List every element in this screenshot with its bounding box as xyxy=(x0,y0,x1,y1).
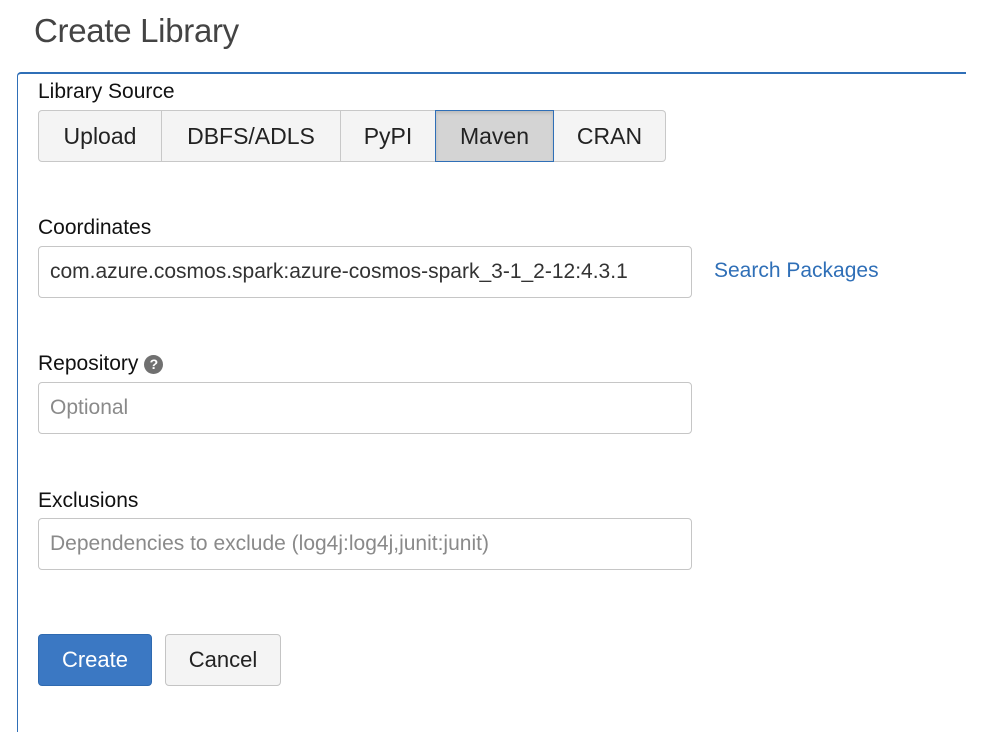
search-packages-link[interactable]: Search Packages xyxy=(714,259,879,283)
library-source-tabs: Upload DBFS/ADLS PyPI Maven CRAN xyxy=(38,110,666,162)
coordinates-label: Coordinates xyxy=(38,216,152,239)
library-source-label: Library Source xyxy=(38,80,175,103)
tab-cran[interactable]: CRAN xyxy=(554,110,666,162)
tab-maven[interactable]: Maven xyxy=(435,110,554,162)
cancel-button[interactable]: Cancel xyxy=(165,634,281,686)
tab-upload[interactable]: Upload xyxy=(38,110,162,162)
tab-pypi[interactable]: PyPI xyxy=(341,110,436,162)
question-circle-icon[interactable]: ? xyxy=(144,355,164,374)
exclusions-input[interactable] xyxy=(38,518,692,570)
repository-input[interactable] xyxy=(38,382,692,434)
page-title: Create Library xyxy=(34,12,239,49)
exclusions-label: Exclusions xyxy=(38,489,139,512)
create-library-dialog: Create Library Library Source Upload DBF… xyxy=(0,0,998,732)
repository-label-text: Repository xyxy=(38,352,139,375)
tab-dbfs-adls[interactable]: DBFS/ADLS xyxy=(162,110,341,162)
repository-label: Repository? xyxy=(38,352,164,376)
create-button[interactable]: Create xyxy=(38,634,152,686)
coordinates-input[interactable] xyxy=(38,246,692,298)
